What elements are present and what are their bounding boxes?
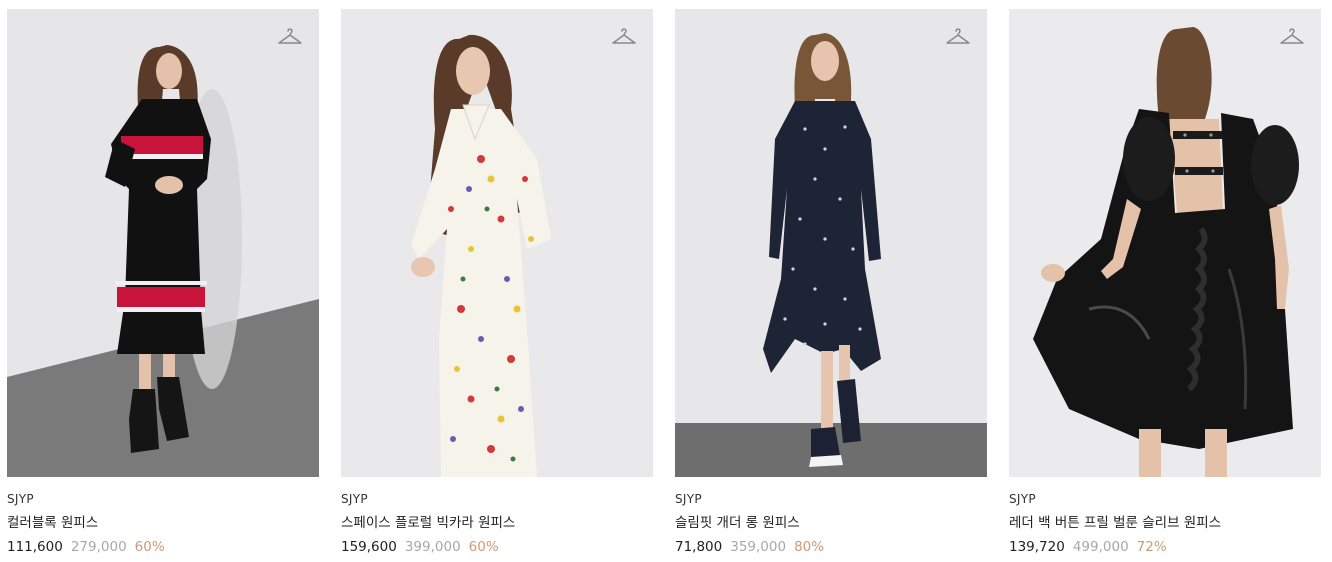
product-prices: 159,600 399,000 60% (341, 538, 653, 556)
product-brand: SJYP (341, 492, 368, 506)
product-name[interactable]: 스페이스 플로럴 빅카라 원피스 (341, 514, 653, 532)
product-photo-floral-dress (341, 9, 653, 477)
product-name[interactable]: 레더 백 버튼 프릴 벌룬 슬리브 원피스 (1009, 514, 1321, 532)
product-prices: 71,800 359,000 80% (675, 538, 987, 556)
original-price: 359,000 (730, 539, 787, 555)
product-photo-gathered-long-dress (675, 9, 987, 477)
sale-price: 159,600 (341, 539, 397, 555)
discount-rate: 80% (794, 539, 825, 555)
product-card-3[interactable]: SJYP 슬림핏 개더 롱 원피스 71,800 359,000 80% (675, 9, 987, 556)
product-grid: SJYP 컬러블록 원피스 111,600 279,000 60% SJYP 스… (7, 9, 1321, 556)
product-image-2[interactable] (341, 9, 653, 477)
original-price: 499,000 (1072, 539, 1129, 555)
product-brand: SJYP (1009, 492, 1036, 506)
product-card-1[interactable]: SJYP 컬러블록 원피스 111,600 279,000 60% (7, 9, 319, 556)
discount-rate: 60% (134, 539, 165, 555)
product-image-4[interactable] (1009, 9, 1321, 477)
sale-price: 71,800 (675, 539, 723, 555)
product-card-4[interactable]: SJYP 레더 백 버튼 프릴 벌룬 슬리브 원피스 139,720 499,00… (1009, 9, 1321, 556)
product-image-3[interactable] (675, 9, 987, 477)
product-image-1[interactable] (7, 9, 319, 477)
original-price: 279,000 (70, 539, 127, 555)
hanger-icon[interactable] (277, 25, 303, 47)
hanger-icon[interactable] (1279, 25, 1305, 47)
product-brand: SJYP (675, 492, 702, 506)
sale-price: 139,720 (1009, 539, 1065, 555)
product-prices: 111,600 279,000 60% (7, 538, 319, 556)
product-photo-leather-dress (1009, 9, 1321, 477)
discount-rate: 72% (1136, 539, 1167, 555)
product-name[interactable]: 슬림핏 개더 롱 원피스 (675, 514, 987, 532)
product-prices: 139,720 499,000 72% (1009, 538, 1321, 556)
product-brand: SJYP (7, 492, 34, 506)
product-card-2[interactable]: SJYP 스페이스 플로럴 빅카라 원피스 159,600 399,000 60% (341, 9, 653, 556)
original-price: 399,000 (404, 539, 461, 555)
sale-price: 111,600 (7, 539, 63, 555)
hanger-icon[interactable] (611, 25, 637, 47)
hanger-icon[interactable] (945, 25, 971, 47)
product-photo-colorblock-dress (7, 9, 319, 477)
product-name[interactable]: 컬러블록 원피스 (7, 514, 319, 532)
discount-rate: 60% (468, 539, 499, 555)
